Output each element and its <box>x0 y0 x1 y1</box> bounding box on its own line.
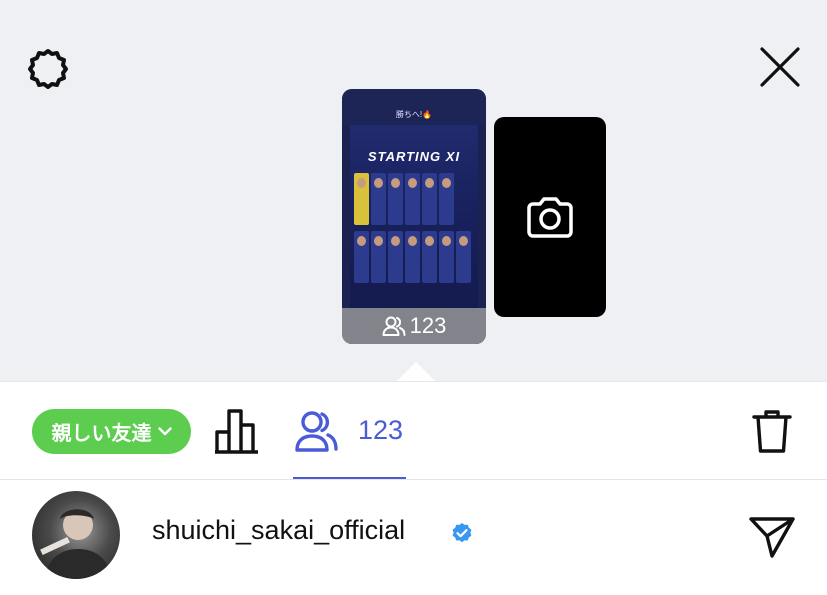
close-icon[interactable] <box>758 45 802 89</box>
player-photo <box>388 231 403 283</box>
player-photo <box>388 173 403 225</box>
story-thumbnail[interactable]: 勝ちへ!🔥 STARTING XI 123 <box>342 89 486 344</box>
avatar[interactable] <box>32 491 120 579</box>
verified-badge-icon <box>452 523 472 543</box>
camera-icon <box>527 197 573 238</box>
player-photo <box>371 231 386 283</box>
player-photo <box>439 231 454 283</box>
viewers-tab[interactable]: 123 <box>292 405 406 479</box>
divider <box>0 381 827 382</box>
divider <box>0 479 827 480</box>
story-viewers-count: 123 <box>409 313 447 338</box>
player-photo <box>422 173 437 225</box>
viewers-icon <box>295 411 338 452</box>
player-photo <box>405 231 420 283</box>
avatar-photo <box>40 509 112 579</box>
chevron-down-icon <box>157 427 172 436</box>
player-photo <box>354 173 369 225</box>
player-photo <box>405 173 420 225</box>
story-viewers-overlay: 123 <box>342 308 486 344</box>
viewers-count: 123 <box>358 415 404 445</box>
close-friends-button[interactable]: 親しい友達 <box>32 409 191 454</box>
player-photo <box>456 231 471 283</box>
player-photo <box>422 231 437 283</box>
send-icon[interactable] <box>748 512 796 560</box>
story-caption: 勝ちへ!🔥 <box>342 89 486 125</box>
player-photo <box>439 173 454 225</box>
viewers-icon <box>382 316 406 336</box>
player-photo <box>371 173 386 225</box>
viewer-username[interactable]: shuichi_sakai_official <box>152 515 405 546</box>
gear-icon[interactable] <box>25 45 71 91</box>
selection-pointer <box>397 362 435 381</box>
add-story-camera-card[interactable] <box>494 117 606 317</box>
player-photo <box>354 231 369 283</box>
story-preview-area: 勝ちへ!🔥 STARTING XI 123 <box>0 0 827 381</box>
bar-chart-icon[interactable] <box>214 408 260 454</box>
close-friends-label: 親しい友達 <box>51 423 152 445</box>
poster-title: STARTING XI <box>367 149 461 164</box>
trash-icon[interactable] <box>752 408 792 454</box>
